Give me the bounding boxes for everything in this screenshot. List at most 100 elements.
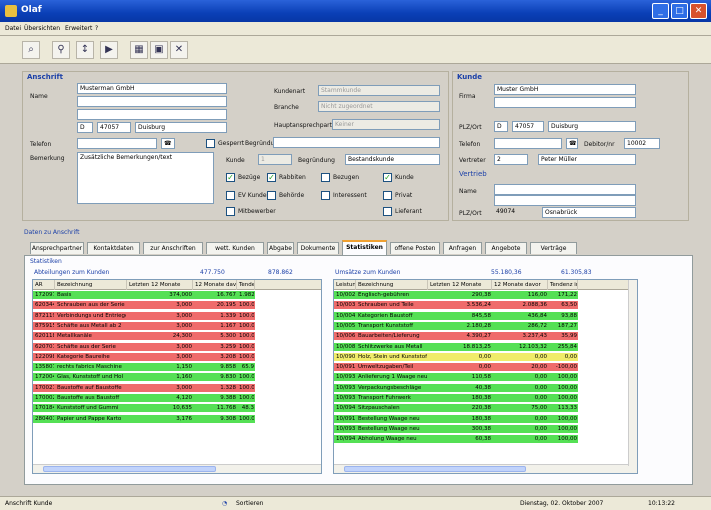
kunde-dial-button[interactable]: ☎ [566,138,578,149]
table-row[interactable]: 10/003 Schrauben und Teile 3.536,24 2.088,3… [334,301,578,310]
column-header[interactable]: 12 Monate davor [492,280,548,290]
tab-ansprechpartner[interactable]: Ansprechpartner [30,242,84,254]
tab-angebote[interactable]: Angebote [485,242,527,254]
kunde-select[interactable]: 1 [258,154,292,165]
table-row[interactable]: 10/006 Bauarbeiten/Lieferung 4.390,27 3.237… [334,332,578,341]
maximize-button[interactable]: □ [671,3,688,19]
table-row[interactable]: 10/090 Holz, Stein und Kunststoff 0,00 0,00… [334,352,578,361]
tab-vertrge[interactable]: Verträge [530,242,577,254]
table-row[interactable]: 10/091 Bestellung Waage neu 180,38 0,00 100,… [334,414,578,423]
checkbox-evkunde[interactable] [226,191,235,200]
zip-field[interactable]: 47057 [97,122,131,133]
table-row[interactable]: 10/008 Schlitzwerke aus Metall 18.813,25 12… [334,342,578,351]
country-field[interactable]: D [77,122,93,133]
tab-zuranschriften[interactable]: zur Anschriften [143,242,203,254]
firma-field[interactable]: Muster GmbH [494,84,636,95]
checkbox-kunde[interactable]: ✓ [383,173,392,182]
table-row[interactable]: 620118 Metallkanäle 24,300 5.300 100.0 [33,332,255,341]
close-button[interactable]: ✕ [690,3,707,19]
table-row[interactable]: 10/004 Kategorien Baustoff 845,58 436,84 93,… [334,311,578,320]
grid-icon[interactable]: ▦ [130,41,148,59]
name-field-3[interactable] [77,109,227,120]
tab-dokumente[interactable]: Dokumente [297,242,339,254]
name-field-2[interactable] [77,96,227,107]
table-row[interactable]: 135807 rechts fabrics Maschine 1,150 9.858 6… [33,363,255,372]
table-row[interactable]: 10/093 Transport Fuhrwerk 180,38 0,00 100,00 [334,394,578,402]
scrollbar-thumb[interactable] [43,466,216,472]
gesperrt-checkbox[interactable] [206,139,215,148]
table-row[interactable]: 172004 Glas, Kunststoff und Hol 1,160 9.830… [33,373,255,382]
checkbox-interessent[interactable] [321,191,330,200]
column-header[interactable]: Bezeichnung [55,280,127,290]
tab-offeneposten[interactable]: offene Posten [390,242,440,254]
right-stat-table[interactable]: LeistungBezeichnungLetzten 12 Monate12 M… [333,279,638,474]
telefon-field[interactable] [77,138,157,149]
kunde-country-field[interactable]: D [494,121,508,132]
kundenart-select[interactable]: Stammkunde [318,85,440,96]
left-stat-table[interactable]: AR Bezeichnung Letzten 12 Monate 12 Monate … [32,279,322,474]
city-field[interactable]: Duisburg [135,122,227,133]
table-row[interactable]: 10/091 Umweltzugaben/Teil 0,00 20,00 -100,00 [334,363,578,372]
table-row[interactable]: 122098 Kategorie Baureihe 3,000 3.208 100.0 [33,352,255,361]
checkbox-bezge[interactable]: ✓ [226,173,235,182]
column-header[interactable]: 12 Monate davor [193,280,237,290]
scrollbar-thumb[interactable] [344,466,526,472]
horizontal-scrollbar[interactable] [33,464,321,473]
table-row[interactable]: 10/005 Transport Kunststoff 2.180,28 286,72… [334,321,578,330]
menu-datei[interactable]: Datei [5,25,21,32]
branche-select[interactable]: Nicht zugeordnet [318,101,440,112]
table-row[interactable]: 10/094 Abholung Waage neu 60,38 0,00 100,00 [334,435,578,444]
checkbox-rabbiten[interactable]: ✓ [267,173,276,182]
table-row[interactable]: 620344 Schrauben aus der Serie 3,000 20.195… [33,301,255,310]
hauptansprech-select[interactable]: Keiner [332,119,440,130]
kunde-city-field[interactable]: Duisburg [548,121,636,132]
table-row[interactable]: 10/002 Englisch-gebühren 290,38 116,00 171,2… [334,291,578,299]
minimize-button[interactable]: _ [652,3,669,19]
vertical-scrollbar[interactable] [628,280,637,466]
table-row[interactable]: 10/093 Verpackungsbeschläge 40,38 0,00 100,0… [334,383,578,392]
column-header[interactable]: AR [33,280,55,290]
checkbox-privat[interactable] [383,191,392,200]
vertrieb-name-field[interactable] [494,184,636,195]
tab-abgabe[interactable]: Abgabe [267,242,294,254]
column-header[interactable]: Letzten 12 Monate [428,280,492,290]
table-row[interactable]: 875915 Schäfte aus Metall ab 2 3,000 1.167 1… [33,321,255,330]
bemerkung-field[interactable]: Zusätzliche Bemerkungen/text [77,152,214,204]
column-header[interactable]: Letzten 12 Monate [127,280,193,290]
tab-wettkunden[interactable]: wett. Kunden [206,242,264,254]
table-row[interactable]: 620701 Schäfte aus der Serie 3,000 3.259 100… [33,342,255,351]
table-row[interactable]: 10/093 Bestellung Waage neu 300,38 0,00 100,… [334,424,578,433]
tab-kontaktdaten[interactable]: Kontaktdaten [87,242,140,254]
table-row[interactable]: 10/093 Anlieferung 1 Waage neu 110,58 0,00 1… [334,373,578,382]
vertrieb-name-field-2[interactable] [494,195,636,206]
menu-help[interactable]: ? [95,25,98,32]
checkbox-bezugen[interactable] [321,173,330,182]
checkbox-behrde[interactable] [267,191,276,200]
kunde-telefon-field[interactable] [494,138,562,149]
telefon-dial-button[interactable]: ☎ [161,138,175,149]
column-header[interactable]: Bezeichnung [356,280,428,290]
title-bar[interactable]: Olaf _ □ ✕ [0,0,711,22]
kunde-zip-field[interactable]: 47057 [512,121,544,132]
checkbox-lieferant[interactable] [383,207,392,216]
tab-statistiken[interactable]: Statistiken [342,240,387,255]
table-row[interactable]: 872119 Verbindungs und Entriegel 3,000 1.33… [33,311,255,320]
vertrieb-city-field[interactable]: Osnabrück [542,207,636,218]
save-icon[interactable]: ▣ [150,41,168,59]
vertreter-field[interactable]: 2 [494,154,528,165]
name-field[interactable]: Musterman GmbH [77,83,227,94]
delete-icon[interactable]: ✕ [170,41,188,59]
firma-field-2[interactable] [494,97,636,108]
vertreter-name-field[interactable]: Peter Müller [538,154,636,165]
begruendung-field[interactable] [273,137,440,148]
menu-erweitert[interactable]: Erweitert [65,25,92,32]
column-header[interactable]: Tendenz in [548,280,578,290]
checkbox-mitbewerber[interactable] [226,207,235,216]
arrow-right-icon[interactable]: ▶ [100,41,118,59]
table-row[interactable]: 170002 Baustoffe aus Baustoff 4,120 9.388 10… [33,394,255,402]
menu-uebersichten[interactable]: Übersichten [24,25,60,32]
sort-icon[interactable]: ↕ [76,41,94,59]
search-icon[interactable]: ⌕ [22,41,40,59]
nummer-field[interactable]: 10002 [624,138,660,149]
table-row[interactable]: 10/094 Sitzpauschalen 220,38 75,00 113,33 [334,404,578,413]
